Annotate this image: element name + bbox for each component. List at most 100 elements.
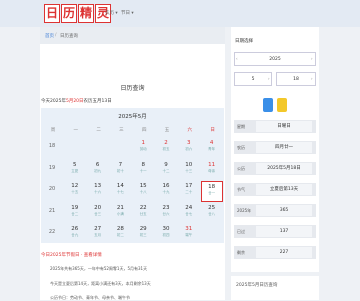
info-value: 2025年5月18日 — [256, 163, 312, 174]
breadcrumb-sep: / — [55, 33, 57, 38]
summary-paragraph: 2025年共有365天，一年中有52周零1天，5月有31天 — [50, 266, 148, 271]
lunar-label: 初六 — [185, 147, 193, 151]
calendar-day[interactable]: 5 立夏 — [64, 160, 86, 181]
lunar-label: 廿一 — [208, 191, 216, 195]
lunar-label: 青年 — [208, 147, 216, 151]
calendar-day[interactable]: 31 端午 — [178, 224, 200, 245]
calendar-day[interactable]: 27 五月 — [87, 224, 109, 245]
calendar-day[interactable]: 17 二十 — [178, 181, 200, 202]
calendar-day[interactable]: 23 廿六 — [155, 203, 177, 224]
calendar-day[interactable]: 2 初五 — [155, 138, 177, 159]
day-number: 29 — [139, 226, 147, 232]
calendar-day[interactable]: 29 初三 — [132, 224, 154, 245]
calendar-day[interactable]: 30 初四 — [155, 224, 177, 245]
day-number: 22 — [139, 204, 147, 211]
today-button[interactable] — [277, 98, 287, 112]
weekday-header: 四 — [141, 128, 147, 133]
calendar-day[interactable]: 9 十二 — [155, 160, 177, 181]
lunar-label: 廿五 — [139, 211, 147, 216]
info-key: 已过 — [237, 229, 245, 234]
lunar-label: 十七 — [116, 190, 124, 194]
day-number: 14 — [116, 183, 124, 189]
breadcrumb-home[interactable]: 首页 — [45, 33, 54, 39]
year-increase-icon[interactable]: › — [311, 56, 313, 61]
holiday-link[interactable]: 今日2025年节假日 · 查看详情 — [41, 252, 102, 258]
week-number: 22 — [48, 229, 56, 235]
calendar-day[interactable]: 21 小满 — [109, 203, 131, 224]
panel-title: 日期选择 — [235, 39, 253, 44]
month-spin-icon[interactable]: › — [268, 76, 270, 81]
calendar-day[interactable]: 12 十五 — [64, 181, 86, 202]
day-number: 30 — [162, 226, 170, 232]
calendar-day[interactable]: 13 十六 — [87, 181, 109, 202]
day-number: 1 — [141, 140, 145, 146]
day-number: 3 — [187, 140, 191, 146]
weekday-header: 三 — [119, 128, 124, 133]
day-number: 18 — [208, 184, 216, 190]
calendar-day[interactable]: 16 十九 — [155, 181, 177, 202]
top-header: 日 历 精 灵 农历 ▾ 节日 ▾ — [0, 0, 360, 27]
lunar-label: 小满 — [116, 211, 124, 216]
logo-char: 精 — [78, 4, 94, 23]
breadcrumb: 首页 / 日历查询 — [40, 27, 225, 44]
weekday-header: 六 — [187, 128, 193, 133]
calendar-day[interactable]: 10 十三 — [178, 160, 200, 181]
week-number: 20 — [48, 186, 56, 192]
info-value: 365 — [256, 205, 312, 216]
calendar-day[interactable]: 6 初九 — [87, 160, 109, 181]
calendar-day[interactable]: 25 廿八 — [201, 203, 223, 224]
calendar-day[interactable]: 3 初六 — [178, 138, 200, 159]
year-decrease-icon[interactable]: ‹ — [236, 56, 238, 61]
month-input[interactable]: 5 — [234, 72, 272, 86]
lunar-label: 五月 — [94, 233, 102, 237]
lunar-label: 母亲 — [208, 168, 216, 173]
lunar-label: 十九 — [162, 190, 170, 194]
day-number: 17 — [185, 183, 193, 189]
info-row: 公历 2025年5月18日 — [234, 162, 316, 175]
calendar-day[interactable]: 14 十七 — [109, 181, 131, 202]
day-number: 7 — [118, 161, 123, 168]
calendar-day[interactable]: 26 廿九 — [64, 224, 86, 245]
related-title: 2025年5月日历查询 — [236, 283, 278, 288]
calendar-day[interactable]: 15 十八 — [132, 181, 154, 202]
calendar-day[interactable]: 24 廿七 — [178, 203, 200, 224]
lunar-label: 十六 — [94, 190, 102, 194]
lunar-label: 廿二 — [71, 211, 79, 216]
info-key: 星期 — [237, 124, 245, 129]
calendar-day — [87, 138, 109, 159]
lunar-label: 廿九 — [71, 233, 79, 237]
lunar-label: 端午 — [185, 233, 193, 237]
lunar-label: 十二 — [162, 168, 170, 173]
lunar-label: 十一 — [139, 168, 147, 173]
page-title: 日历查询 — [120, 85, 145, 92]
query-button[interactable] — [263, 98, 273, 112]
calendar-day[interactable]: 1 劳动 — [132, 138, 154, 159]
day-number: 21 — [116, 204, 124, 211]
calendar-day[interactable]: 22 廿五 — [132, 203, 154, 224]
day-input[interactable]: 18 — [276, 72, 316, 86]
site-logo[interactable]: 日 历 精 灵 — [44, 4, 111, 23]
day-number: 10 — [185, 161, 193, 168]
year-input[interactable]: 2025 — [234, 52, 316, 66]
lunar-label: 廿六 — [162, 211, 170, 216]
calendar-day[interactable]: 4 青年 — [201, 138, 223, 159]
day-number: 4 — [209, 140, 214, 146]
calendar-day[interactable]: 8 十一 — [132, 160, 154, 181]
calendar-day[interactable]: 28 初二 — [109, 224, 131, 245]
calendar-day — [201, 224, 223, 245]
today-line: 今天2025年5月20日农历五月13日 — [41, 99, 112, 104]
logo-char: 日 — [44, 4, 60, 23]
calendar-day[interactable]: 20 廿三 — [87, 203, 109, 224]
summary-paragraph: 今天是立夏后第14天，距离小满还有3天，本月剩余13天 — [50, 281, 151, 286]
day-spin-icon[interactable]: › — [311, 76, 313, 81]
calendar-day[interactable]: 7 初十 — [109, 160, 131, 181]
calendar-day-today[interactable]: 18 廿一 — [200, 181, 223, 202]
nav-lunar-menu[interactable]: 农历 ▾ — [105, 10, 118, 16]
lunar-label: 廿八 — [208, 211, 216, 216]
info-value: 227 — [256, 247, 312, 258]
calendar-day[interactable]: 19 廿二 — [64, 203, 86, 224]
calendar-day[interactable]: 11 母亲 — [201, 160, 223, 181]
nav-holiday-menu[interactable]: 节日 ▾ — [121, 10, 134, 16]
info-row: 农历 四月廿一 — [234, 141, 316, 154]
day-number: 23 — [162, 204, 170, 211]
